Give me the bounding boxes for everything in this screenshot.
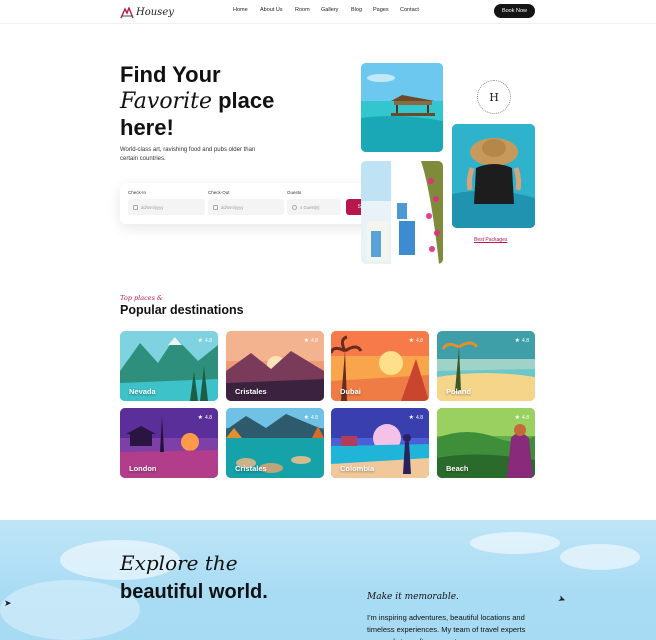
star-icon: ★ — [514, 338, 521, 344]
rating-value: 4.8 — [416, 337, 423, 344]
cloud-decoration — [0, 580, 140, 640]
guests-value: 4 Guest(s) — [300, 204, 320, 210]
checkout-placeholder: dd/mm/yyyy — [221, 204, 244, 210]
nav-link-home[interactable]: Home — [233, 7, 260, 13]
hero-image-pool-hat — [452, 124, 535, 228]
destination-card-nevada[interactable]: ★ 4.8 Nevada — [120, 331, 218, 401]
explore-section — [0, 520, 656, 640]
destination-card-poland[interactable]: ★ 4.8 Poland — [437, 331, 535, 401]
destination-card-colombia[interactable]: ★ 4.8 Colombia — [331, 408, 429, 478]
hero-title-line3: here! — [120, 115, 174, 140]
card-name: Cristales — [235, 464, 267, 473]
destinations-title: Popular destinations — [120, 303, 244, 317]
destination-card-beach[interactable]: ★ 4.8 Beach — [437, 408, 535, 478]
star-icon: ★ — [408, 338, 415, 344]
nav-link-about-us[interactable]: About Us — [260, 7, 295, 13]
memorable-heading: Make it memorable. — [367, 592, 459, 602]
hero-image-santorini — [361, 161, 443, 264]
card-rating: ★ 4.8 — [514, 414, 529, 422]
card-name: Poland — [446, 387, 472, 396]
rating-value: 4.8 — [416, 414, 423, 421]
booking-form: Check-In dd/mm/yyyy Check-Out dd/mm/yyyy… — [120, 183, 393, 224]
nav-link-blog[interactable]: Blog — [351, 7, 373, 13]
cloud-decoration — [560, 544, 640, 570]
brand-logo[interactable]: Housey — [120, 4, 174, 20]
destination-card-cristales-2[interactable]: ★ 4.8 Cristales — [226, 408, 324, 478]
card-name: Beach — [446, 464, 469, 473]
card-rating: ★ 4.8 — [197, 414, 212, 422]
card-rating: ★ 4.8 — [303, 337, 318, 345]
guests-field[interactable]: 4 Guest(s) — [287, 199, 341, 215]
card-rating: ★ 4.8 — [197, 337, 212, 345]
card-name: Dubai — [340, 387, 361, 396]
star-icon: ★ — [197, 415, 204, 421]
calendar-icon — [213, 204, 218, 210]
checkout-field[interactable]: dd/mm/yyyy — [208, 199, 284, 215]
checkin-field[interactable]: dd/mm/yyyy — [128, 199, 205, 215]
top-navbar: Housey Home About Us Room Gallery Blog P… — [0, 0, 656, 24]
hero-image-overwater-hut — [361, 63, 443, 152]
explore-title-bold: beautiful world. — [120, 581, 268, 603]
explore-text: I'm inspiring adventures, beautiful loca… — [367, 613, 526, 640]
guests-label: Guests — [287, 190, 302, 195]
star-icon: ★ — [303, 415, 310, 421]
card-name: London — [129, 464, 157, 473]
card-name: Nevada — [129, 387, 156, 396]
destinations-kicker: Top places & — [120, 294, 163, 302]
calendar-icon — [133, 204, 138, 210]
destination-card-dubai[interactable]: ★ 4.8 Dubai — [331, 331, 429, 401]
explore-title-script: Explore the — [120, 551, 238, 575]
brand-name: Housey — [136, 6, 174, 18]
card-name: Colombia — [340, 464, 375, 473]
hero-subtitle: World-class art, ravishing food and pubs… — [120, 147, 256, 162]
rating-value: 4.8 — [205, 414, 212, 421]
cloud-decoration — [470, 532, 560, 554]
card-rating: ★ 4.8 — [408, 337, 423, 345]
rating-value: 4.8 — [311, 414, 318, 421]
checkout-label: Check-Out — [208, 190, 230, 195]
star-icon: ★ — [408, 415, 415, 421]
card-rating: ★ 4.8 — [514, 337, 529, 345]
hotel-badge-icon: H — [477, 80, 511, 114]
card-rating: ★ 4.8 — [408, 414, 423, 422]
bird-icon: ➤ — [4, 598, 12, 608]
hero-title-line2: Favorite place — [120, 88, 274, 115]
rating-value: 4.8 — [522, 337, 529, 344]
hero-title: Find Your Favorite place here! — [120, 62, 274, 141]
star-icon: ★ — [303, 338, 310, 344]
logo-mark-icon — [120, 6, 134, 19]
user-icon — [292, 204, 297, 210]
card-rating: ★ 4.8 — [303, 414, 318, 422]
nav-links: Home About Us Room Gallery Blog Pages Co… — [233, 7, 419, 13]
nav-link-contact[interactable]: Contact — [400, 7, 419, 13]
hero-title-line1: Find Your — [120, 62, 221, 87]
star-icon: ★ — [197, 338, 204, 344]
book-now-button[interactable]: Book Now — [494, 4, 535, 18]
nav-link-gallery[interactable]: Gallery — [321, 7, 351, 13]
card-name: Cristales — [235, 387, 267, 396]
nav-link-pages[interactable]: Pages — [373, 7, 400, 13]
badge-letter: H — [489, 90, 499, 104]
rating-value: 4.8 — [522, 414, 529, 421]
checkin-label: Check-In — [128, 190, 147, 195]
nav-link-room[interactable]: Room — [295, 7, 321, 13]
rating-value: 4.8 — [311, 337, 318, 344]
destination-card-cristales[interactable]: ★ 4.8 Cristales — [226, 331, 324, 401]
best-packages-link[interactable]: Best Packages — [474, 237, 507, 243]
hero-title-place: place — [211, 88, 275, 113]
destination-card-london[interactable]: ★ 4.8 London — [120, 408, 218, 478]
rating-value: 4.8 — [205, 337, 212, 344]
checkin-placeholder: dd/mm/yyyy — [141, 204, 164, 210]
star-icon: ★ — [514, 415, 521, 421]
hero-title-script: Favorite — [120, 89, 212, 114]
